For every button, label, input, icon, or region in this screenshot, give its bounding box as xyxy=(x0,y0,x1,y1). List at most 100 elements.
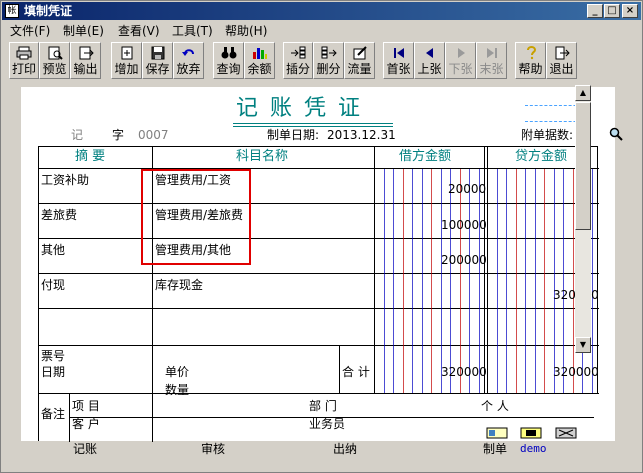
total-credit: 320000 xyxy=(553,365,599,379)
header-debit: 借方金额 xyxy=(399,149,452,164)
amount-digit-line xyxy=(572,169,574,393)
row-2-debit[interactable]: 100000 xyxy=(441,218,487,232)
voucher-window: 帐 填制凭证 _ □ × 文件(F) 制单(E) 查看(V) 工具(T) 帮助(… xyxy=(0,0,643,473)
menu-view[interactable]: 查看(V) xyxy=(118,24,160,38)
amount-digit-line xyxy=(421,169,423,393)
prev-button[interactable]: 上张 xyxy=(414,42,445,79)
amount-digit-line xyxy=(544,169,545,393)
minimize-button[interactable]: _ xyxy=(587,4,603,18)
annotation-highlight-box xyxy=(141,169,251,265)
scroll-thumb[interactable] xyxy=(575,102,591,230)
help-icon xyxy=(526,46,536,60)
voucher-number[interactable]: 0007 xyxy=(138,128,169,142)
amount-digit-line xyxy=(402,169,404,393)
row-1-summary[interactable]: 工资补助 xyxy=(41,173,89,187)
total-debit: 320000 xyxy=(441,365,487,379)
row-3-summary[interactable]: 其他 xyxy=(41,243,65,257)
qty-label: 数量 xyxy=(165,383,190,397)
flow-icon xyxy=(353,46,367,60)
amount-digit-line xyxy=(412,169,413,393)
menu-tools[interactable]: 工具(T) xyxy=(172,24,213,38)
salesman-label: 业务员 xyxy=(309,417,346,431)
delete-entry-button[interactable]: 删分 xyxy=(313,42,344,79)
calculator-icon[interactable] xyxy=(520,427,542,439)
next-button[interactable]: 下张 xyxy=(445,42,476,79)
save-icon xyxy=(151,46,164,60)
amount-digit-line xyxy=(525,169,526,393)
voucher-date[interactable]: 2013.12.31 xyxy=(327,128,396,142)
title-bar[interactable]: 帐 填制凭证 _ □ × xyxy=(2,2,641,20)
vertical-scrollbar[interactable]: ▲ ▼ xyxy=(575,85,591,353)
query-button[interactable]: 查询 xyxy=(213,42,244,79)
header-summary: 摘 要 xyxy=(75,149,106,164)
customer-label: 客 户 xyxy=(72,417,100,431)
insert-entry-button[interactable]: 插分 xyxy=(283,42,313,79)
amount-digit-line xyxy=(431,169,432,393)
close-button[interactable]: × xyxy=(622,4,638,18)
cashflow-button[interactable]: 流量 xyxy=(344,42,375,79)
balance-chart-icon xyxy=(252,48,267,59)
project-label: 项 目 xyxy=(72,399,100,413)
amount-digit-line xyxy=(383,169,385,393)
row-4-account[interactable]: 库存现金 xyxy=(155,278,203,292)
voucher-title: 记账凭证 xyxy=(236,96,373,121)
title-underline-2 xyxy=(233,126,393,127)
remark-label: 备注 xyxy=(41,407,66,421)
export-icon xyxy=(79,46,94,60)
card-icon[interactable] xyxy=(486,427,508,439)
total-label: 合 计 xyxy=(342,365,370,379)
amount-digit-line xyxy=(515,169,517,393)
printer-icon xyxy=(16,46,32,60)
balance-button[interactable]: 余额 xyxy=(244,42,275,79)
menu-voucher[interactable]: 制单(E) xyxy=(63,24,104,38)
amount-digit-line xyxy=(553,169,555,393)
row-2-summary[interactable]: 差旅费 xyxy=(41,208,77,222)
amount-digit-line xyxy=(440,169,442,393)
add-button[interactable]: 增加 xyxy=(111,42,142,79)
discard-button[interactable]: 放弃 xyxy=(173,42,204,79)
footer-maker-label: 制单 xyxy=(483,442,508,456)
insert-row-icon xyxy=(291,46,306,59)
row-4-summary[interactable]: 付现 xyxy=(41,278,65,292)
attachments-label: 附单据数: xyxy=(521,128,574,142)
title-underline xyxy=(233,123,393,124)
undo-icon xyxy=(181,49,194,56)
scroll-down-arrow[interactable]: ▼ xyxy=(575,337,591,353)
row-1-debit[interactable]: 20000 xyxy=(448,182,486,196)
print-button[interactable]: 打印 xyxy=(9,42,39,79)
amount-digit-line xyxy=(591,169,593,393)
tools-icon[interactable] xyxy=(555,427,577,439)
date-label: 制单日期: xyxy=(267,128,320,142)
unit-price-label: 单价 xyxy=(165,365,190,379)
amount-digit-line xyxy=(469,169,470,393)
voucher-type[interactable]: 记 xyxy=(71,128,83,142)
delete-row-icon xyxy=(321,46,337,59)
amount-digit-line xyxy=(563,169,564,393)
save-button[interactable]: 保存 xyxy=(142,42,173,79)
voucher-paper: 记账凭证 记 字 0007 制单日期: 2013.12.31 附单据数: 摘 要… xyxy=(21,87,623,442)
row-3-debit[interactable]: 200000 xyxy=(441,253,487,267)
bill-no-label: 票号 xyxy=(41,349,66,363)
exit-icon xyxy=(555,46,570,60)
first-icon xyxy=(393,48,404,58)
scroll-up-arrow[interactable]: ▲ xyxy=(575,85,591,101)
add-icon xyxy=(121,46,132,60)
footer-cashier: 出纳 xyxy=(333,442,358,456)
menu-file[interactable]: 文件(F) xyxy=(10,24,50,38)
export-button[interactable]: 输出 xyxy=(70,42,101,79)
help-button[interactable]: 帮助 xyxy=(515,42,546,79)
exit-button[interactable]: 退出 xyxy=(546,42,577,79)
window-title: 填制凭证 xyxy=(24,4,73,18)
footer-review: 审核 xyxy=(201,442,226,456)
magnifier-icon[interactable] xyxy=(609,127,623,141)
header-credit: 贷方金额 xyxy=(515,149,568,164)
amount-digit-line xyxy=(478,169,480,393)
first-button[interactable]: 首张 xyxy=(383,42,414,79)
maximize-button[interactable]: □ xyxy=(604,4,620,18)
app-icon: 帐 xyxy=(5,4,19,18)
menu-help[interactable]: 帮助(H) xyxy=(225,24,267,38)
preview-button[interactable]: 预览 xyxy=(39,42,70,79)
last-button[interactable]: 末张 xyxy=(476,42,507,79)
next-icon xyxy=(457,48,465,58)
amount-digit-line xyxy=(393,169,394,393)
